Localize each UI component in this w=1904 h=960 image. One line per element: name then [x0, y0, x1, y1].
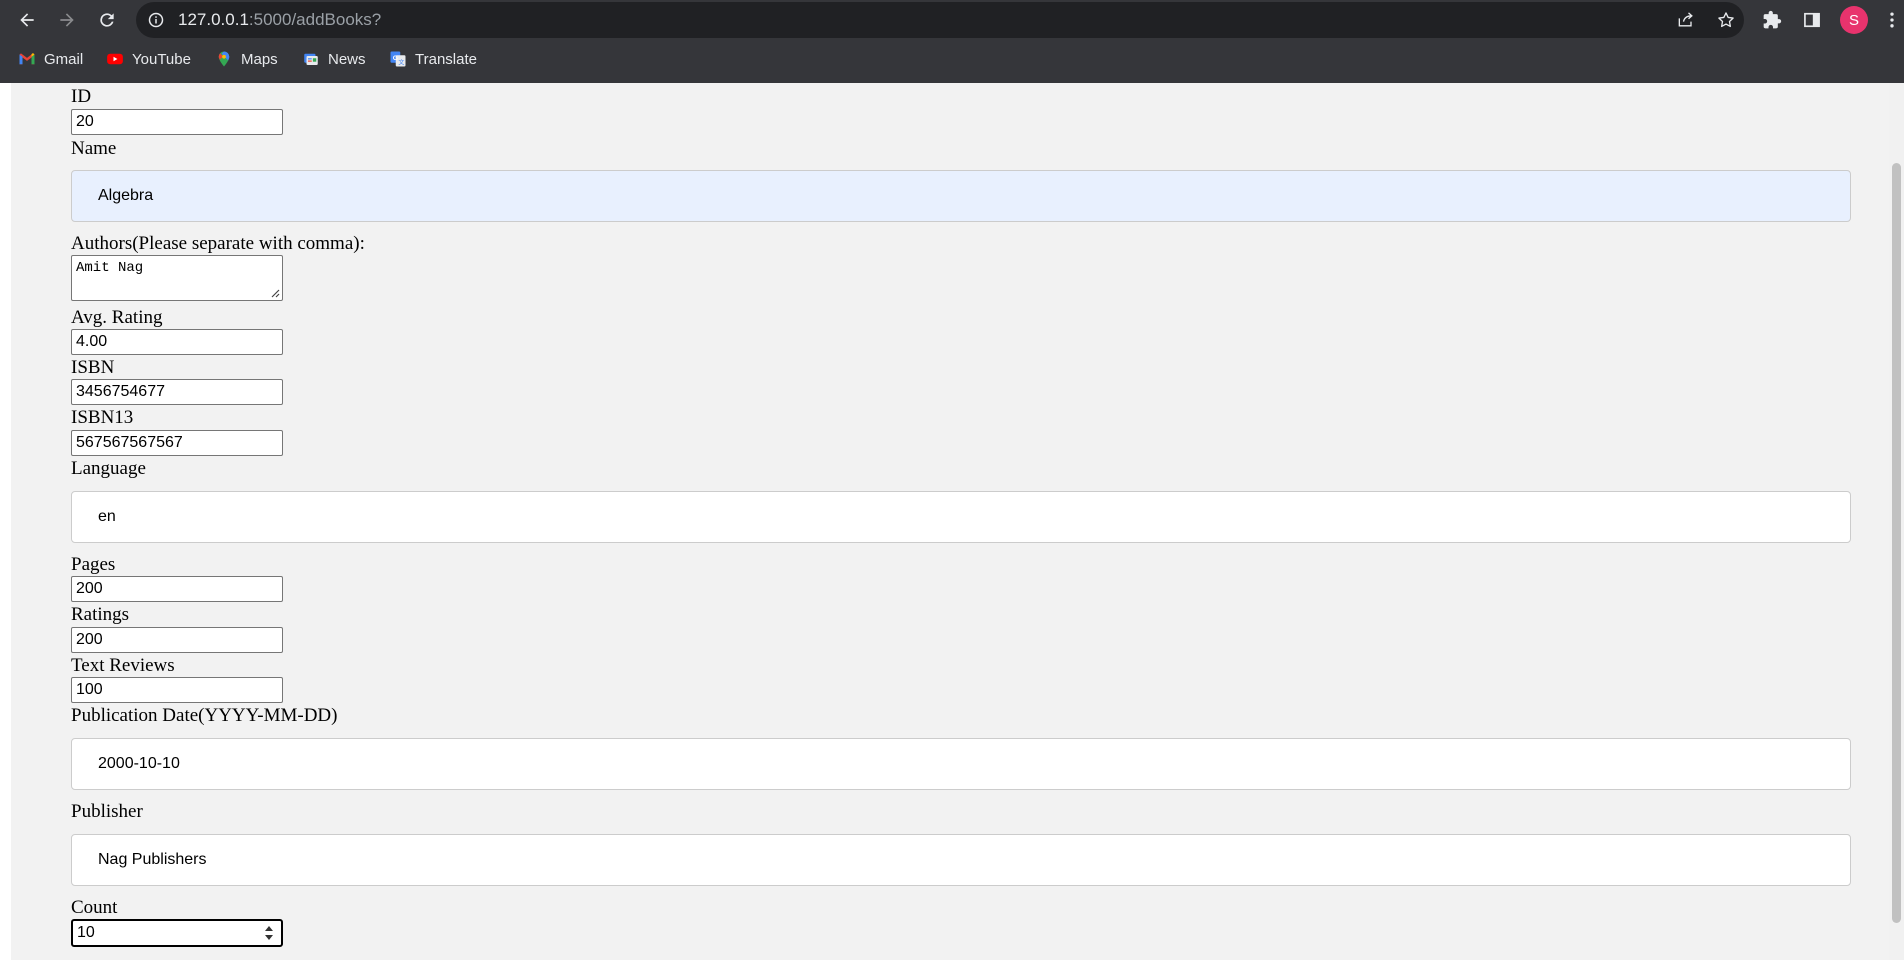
side-panel-button[interactable] [1798, 6, 1826, 34]
forward-button[interactable] [51, 4, 83, 36]
isbn-label: ISBN [71, 357, 115, 378]
bookmark-label: Translate [415, 50, 477, 68]
pages-label: Pages [71, 554, 116, 575]
page-scrollbar[interactable] [1889, 83, 1904, 960]
profile-avatar[interactable]: S [1840, 6, 1868, 34]
arrow-left-icon [20, 13, 34, 27]
add-book-panel: ID 20 Name Algebra Authors(Please separa… [11, 83, 1889, 960]
arrow-right-icon [60, 13, 74, 27]
bookmarks-bar: Gmail YouTube Maps News G 文 Translate [0, 44, 1904, 74]
bookmark-youtube[interactable]: YouTube [106, 48, 191, 70]
translate-icon: G 文 [389, 50, 407, 68]
id-input[interactable]: 20 [71, 109, 283, 135]
browser-toolbar: 127.0.0.1:5000/addBooks? S [0, 0, 1904, 40]
isbn13-input[interactable]: 567567567567 [71, 430, 283, 456]
more-vert-icon [1890, 12, 1894, 28]
isbn-input[interactable]: 3456754677 [71, 379, 283, 405]
bookmark-label: Gmail [44, 50, 84, 68]
resize-handle-icon[interactable] [270, 288, 280, 298]
authors-value: Amit Nag [76, 260, 144, 276]
bookmark-gmail[interactable]: Gmail [18, 48, 83, 70]
reload-button[interactable] [91, 4, 123, 36]
count-label: Count [71, 897, 118, 918]
bookmark-star-button[interactable] [1714, 8, 1738, 32]
add-book-form: ID 20 Name Algebra Authors(Please separa… [11, 83, 1889, 960]
text-reviews-input[interactable]: 100 [71, 677, 283, 703]
svg-text:文: 文 [398, 58, 404, 66]
address-bar[interactable]: 127.0.0.1:5000/addBooks? [136, 2, 1744, 38]
language-label: Language [71, 458, 146, 479]
info-icon[interactable] [148, 12, 164, 28]
url-path: :5000/addBooks? [248, 10, 382, 29]
share-button[interactable] [1674, 8, 1698, 32]
publication-date-label: Publication Date(YYYY-MM-DD) [71, 705, 338, 726]
puzzle-icon [1763, 10, 1782, 29]
browser-chrome: 127.0.0.1:5000/addBooks? S Gmail YouTube… [0, 0, 1904, 83]
side-panel-icon [1804, 12, 1820, 28]
scrollbar-thumb[interactable] [1892, 163, 1901, 923]
bookmark-label: News [328, 50, 366, 68]
news-icon [302, 50, 320, 68]
name-input[interactable]: Algebra [71, 170, 1851, 222]
pages-input[interactable]: 200 [71, 576, 283, 602]
bookmark-label: Maps [241, 50, 278, 68]
bookmark-label: YouTube [132, 50, 191, 68]
publisher-input[interactable]: Nag Publishers [71, 834, 1851, 886]
extensions-button[interactable] [1758, 6, 1786, 34]
gmail-icon [18, 50, 36, 68]
star-icon [1718, 12, 1734, 28]
isbn13-label: ISBN13 [71, 407, 134, 428]
url-text: 127.0.0.1:5000/addBooks? [178, 10, 381, 30]
count-number-input[interactable]: 10 [71, 919, 283, 947]
page-viewport: ID 20 Name Algebra Authors(Please separa… [0, 83, 1904, 960]
authors-textarea[interactable]: Amit Nag [71, 255, 283, 301]
spinner-arrows-icon[interactable] [263, 924, 275, 942]
reload-icon [100, 13, 114, 27]
url-host: 127.0.0.1 [178, 10, 249, 29]
ratings-input[interactable]: 200 [71, 627, 283, 653]
count-value: 10 [77, 924, 95, 941]
maps-icon [215, 50, 233, 68]
publication-date-input[interactable]: 2000-10-10 [71, 738, 1851, 790]
language-input[interactable]: en [71, 491, 1851, 543]
bookmark-news[interactable]: News [302, 48, 366, 70]
avg-rating-input[interactable]: 4.00 [71, 329, 283, 355]
browser-menu-button[interactable] [1882, 6, 1902, 34]
text-reviews-label: Text Reviews [71, 655, 175, 676]
back-button[interactable] [11, 4, 43, 36]
name-label: Name [71, 138, 117, 159]
publisher-label: Publisher [71, 801, 143, 822]
ratings-label: Ratings [71, 604, 130, 625]
svg-text:G: G [393, 55, 398, 62]
avg-rating-label: Avg. Rating [71, 307, 163, 328]
youtube-icon [106, 50, 124, 68]
id-label: ID [71, 86, 92, 107]
bookmark-maps[interactable]: Maps [215, 48, 278, 70]
authors-label: Authors(Please separate with comma): [71, 233, 365, 254]
share-icon [1678, 12, 1693, 27]
bookmark-translate[interactable]: G 文 Translate [389, 48, 477, 70]
